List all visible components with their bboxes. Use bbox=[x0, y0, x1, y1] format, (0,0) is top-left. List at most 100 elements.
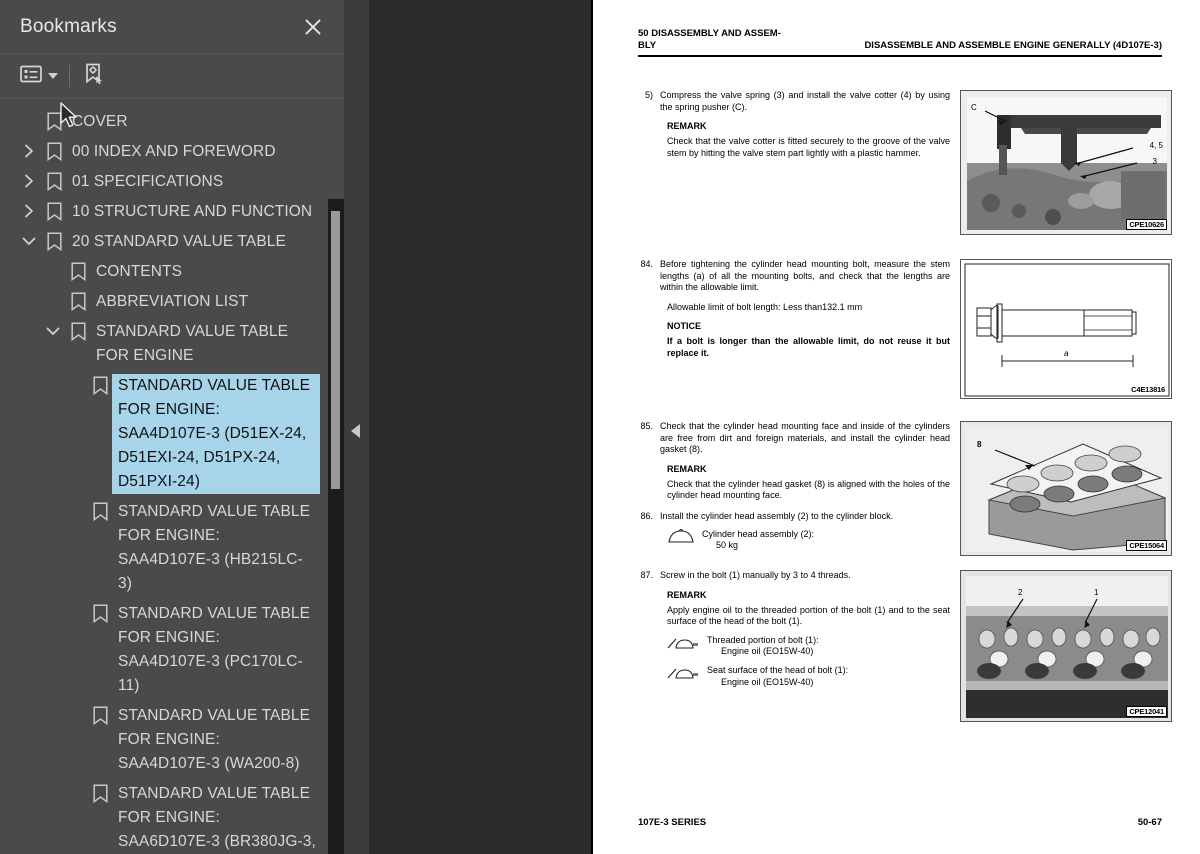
toolbar-divider bbox=[69, 65, 70, 87]
figure-caption: CPE12041 bbox=[1126, 706, 1167, 717]
step-text: Check that the cylinder head mounting fa… bbox=[660, 421, 950, 455]
close-icon[interactable] bbox=[300, 14, 326, 40]
bookmark-icon bbox=[88, 602, 112, 624]
bookmark-item[interactable]: STANDARD VALUE TABLE FOR ENGINE: SAA4D10… bbox=[0, 599, 326, 701]
step-text: Install the cylinder head assembly (2) t… bbox=[660, 510, 894, 521]
step-item: 5) Compress the valve spring (3) and ins… bbox=[638, 90, 950, 113]
bookmark-item-label: 01 SPECIFICATIONS bbox=[72, 173, 224, 190]
remark-heading: REMARK bbox=[667, 463, 707, 474]
bookmark-item-label: ABBREVIATION LIST bbox=[96, 293, 249, 310]
twisty-spacer bbox=[16, 110, 42, 132]
bookmark-item-label: STANDARD VALUE TABLE FOR ENGINE: SAA4D10… bbox=[111, 373, 321, 495]
figure-label: 1 bbox=[1094, 588, 1099, 597]
bookmark-item[interactable]: STANDARD VALUE TABLE FOR ENGINE bbox=[0, 317, 326, 371]
twisty-spacer bbox=[62, 704, 88, 726]
lubricant-value: Engine oil (EO15W-40) bbox=[721, 646, 814, 657]
content-block: 85. Check that the cylinder head mountin… bbox=[638, 421, 1172, 556]
notice-heading: NOTICE bbox=[667, 321, 702, 332]
bookmark-item[interactable]: ABBREVIATION LIST bbox=[0, 287, 326, 317]
content-block: 5) Compress the valve spring (3) and ins… bbox=[638, 90, 1172, 235]
bookmark-item[interactable]: 00 INDEX AND FOREWORD bbox=[0, 137, 326, 167]
bookmark-icon bbox=[66, 290, 90, 312]
sidebar-scrollbar-thumb[interactable] bbox=[331, 211, 340, 489]
lubricant-label: Seat surface of the head of bolt (1): bbox=[707, 664, 849, 675]
twisty-spacer bbox=[40, 290, 66, 312]
bookmark-item-label: STANDARD VALUE TABLE FOR ENGINE: SAA4D10… bbox=[118, 605, 311, 694]
figure-caption: C4E13816 bbox=[1131, 385, 1165, 394]
twisty-spacer bbox=[62, 602, 88, 624]
bookmark-item[interactable]: 10 STRUCTURE AND FUNCTION bbox=[0, 197, 326, 227]
chevron-down-icon[interactable] bbox=[16, 230, 42, 252]
page-content: 5) Compress the valve spring (3) and ins… bbox=[638, 76, 1172, 722]
remark-text: Apply engine oil to the threaded portion… bbox=[667, 604, 950, 627]
figure-label: 3 bbox=[1152, 157, 1157, 166]
bookmark-item-label: STANDARD VALUE TABLE FOR ENGINE: SAA6D10… bbox=[118, 785, 316, 850]
hoist-weight: 50 kg bbox=[716, 540, 739, 551]
figure-head-gasket: 8 CPE15064 bbox=[960, 421, 1172, 556]
step-text: Compress the valve spring (3) and instal… bbox=[660, 90, 950, 112]
bookmark-item-label: 10 STRUCTURE AND FUNCTION bbox=[72, 203, 313, 220]
panel-splitter[interactable] bbox=[345, 0, 369, 854]
lubricant-spec: Threaded portion of bolt (1): Engine oil… bbox=[638, 635, 950, 658]
step-number: 5) bbox=[644, 90, 653, 100]
footer-series: 107E-3 SERIES bbox=[638, 817, 707, 828]
chevron-down-icon[interactable] bbox=[40, 320, 66, 342]
content-block: 84. Before tightening the cylinder head … bbox=[638, 259, 1172, 399]
figure-caption: CPE10626 bbox=[1126, 219, 1167, 230]
header-topic-title: DISASSEMBLE AND ASSEMBLE ENGINE GENERALL… bbox=[864, 40, 1162, 51]
bookmark-item[interactable]: COVER bbox=[0, 107, 326, 137]
figure-valve-spring: C 4, 5 3 CPE10626 bbox=[960, 90, 1172, 235]
bookmark-icon bbox=[88, 374, 112, 396]
lifting-hook-icon bbox=[667, 527, 695, 548]
chevron-right-icon[interactable] bbox=[16, 140, 42, 162]
twisty-spacer bbox=[62, 374, 88, 396]
bookmark-item[interactable]: STANDARD VALUE TABLE FOR ENGINE: SAA4D10… bbox=[0, 701, 326, 779]
bookmark-item[interactable]: 01 SPECIFICATIONS bbox=[0, 167, 326, 197]
bookmark-item[interactable]: STANDARD VALUE TABLE FOR ENGINE: SAA4D10… bbox=[0, 497, 326, 599]
header-section-title: 50 DISASSEMBLY AND ASSEM- BLY bbox=[638, 28, 781, 51]
oil-can-icon bbox=[667, 635, 701, 654]
step-number: 85. bbox=[640, 421, 653, 431]
bookmark-settings-icon bbox=[83, 63, 105, 90]
page-header: 50 DISASSEMBLY AND ASSEM- BLY DISASSEMBL… bbox=[638, 28, 1162, 57]
remark-heading: REMARK bbox=[667, 589, 707, 600]
figure-label: 4, 5 bbox=[1149, 141, 1163, 150]
step-text: Before tightening the cylinder head moun… bbox=[660, 259, 950, 293]
bookmark-item[interactable]: CONTENTS bbox=[0, 257, 326, 287]
figure-label: 2 bbox=[1018, 588, 1023, 597]
bookmarks-tree: COVER 00 INDEX AND FOREWORD 01 SPECIFICATI… bbox=[0, 99, 326, 854]
step-number: 87. bbox=[640, 570, 653, 580]
chevron-down-icon[interactable] bbox=[48, 73, 58, 79]
collapse-panel-icon[interactable] bbox=[351, 424, 360, 438]
pdf-page: 50 DISASSEMBLY AND ASSEM- BLY DISASSEMBL… bbox=[591, 0, 1200, 854]
notice-text: If a bolt is longer than the allowable l… bbox=[667, 336, 950, 358]
lubricant-spec: Seat surface of the head of bolt (1): En… bbox=[638, 665, 950, 688]
bookmark-icon bbox=[88, 704, 112, 726]
step-item: 85. Check that the cylinder head mountin… bbox=[638, 421, 950, 456]
step-item: 87. Screw in the bolt (1) manually by 3 … bbox=[638, 570, 950, 582]
viewer-left-gutter bbox=[345, 0, 591, 854]
new-bookmark-button[interactable] bbox=[83, 63, 105, 90]
twisty-spacer bbox=[62, 782, 88, 804]
bookmark-item[interactable]: STANDARD VALUE TABLE FOR ENGINE: SAA4D10… bbox=[0, 371, 326, 497]
pdf-viewer-window: Bookmarks COVER 00 INDEX AND FOREWORD 01… bbox=[0, 0, 1200, 854]
hoist-text: Cylinder head assembly (2): 50 kg bbox=[702, 528, 815, 551]
chevron-right-icon[interactable] bbox=[16, 200, 42, 222]
bookmarks-panel-header: Bookmarks bbox=[0, 0, 344, 54]
bookmark-icon bbox=[66, 320, 90, 342]
bookmark-item[interactable]: STANDARD VALUE TABLE FOR ENGINE: SAA6D10… bbox=[0, 779, 326, 854]
step-item: 86. Install the cylinder head assembly (… bbox=[638, 511, 950, 523]
bookmark-icon bbox=[42, 230, 66, 252]
figure-label: 8 bbox=[977, 440, 982, 449]
bookmark-icon bbox=[42, 110, 66, 132]
bookmark-icon bbox=[88, 782, 112, 804]
bookmarks-tree-container: COVER 00 INDEX AND FOREWORD 01 SPECIFICATI… bbox=[0, 99, 344, 854]
bookmark-options-button[interactable] bbox=[20, 65, 58, 88]
bookmark-item-label: 20 STANDARD VALUE TABLE bbox=[72, 233, 286, 250]
header-rule bbox=[638, 55, 1162, 57]
bookmark-icon bbox=[42, 200, 66, 222]
chevron-right-icon[interactable] bbox=[16, 170, 42, 192]
sidebar-scrollbar-track[interactable] bbox=[328, 199, 344, 854]
bookmark-item[interactable]: 20 STANDARD VALUE TABLE bbox=[0, 227, 326, 257]
bookmark-item-label: CONTENTS bbox=[96, 263, 183, 280]
